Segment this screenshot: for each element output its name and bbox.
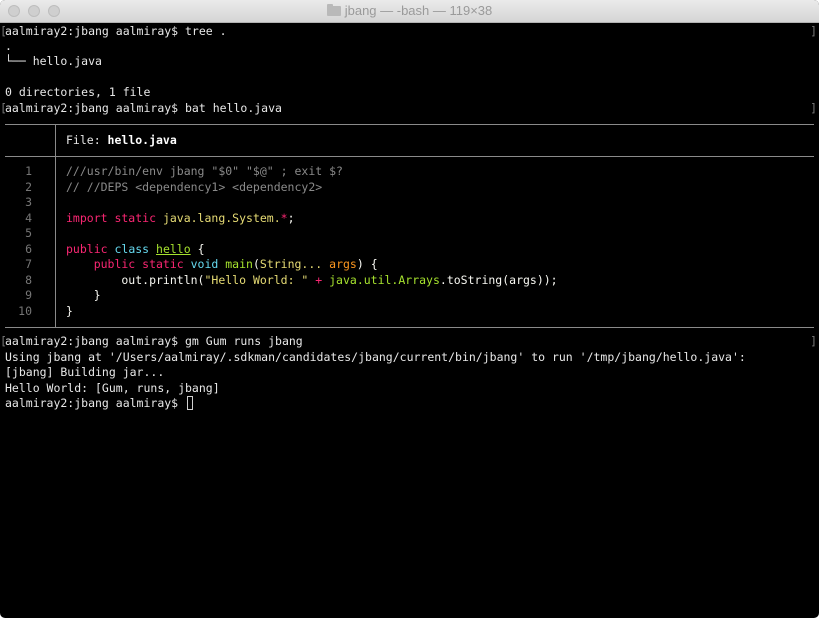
line-number: 5: [25, 226, 32, 240]
title-bar[interactable]: jbang — -bash — 119×38: [0, 0, 819, 23]
bat-file-header: File: hello.java: [66, 133, 177, 148]
code-token: args: [329, 257, 357, 271]
code-token: ) {: [356, 257, 378, 271]
output-line: Using jbang at '/Users/aalmiray/.sdkman/…: [5, 350, 746, 364]
code-line: out.println("Hello World: " + java.util.…: [66, 272, 558, 288]
tree-root: .: [5, 39, 12, 53]
bat-bottom-rule: [5, 327, 814, 328]
code-token: +: [315, 272, 330, 287]
code-token: java.lang.System.: [162, 210, 281, 225]
line-number: 7: [25, 257, 32, 271]
line-number: 6: [25, 241, 32, 256]
code-token: {: [190, 241, 205, 256]
window-title-text: jbang — -bash — 119×38: [344, 3, 493, 18]
code-token: }: [66, 303, 73, 318]
tree-item: └── hello.java: [5, 54, 102, 68]
line-number: 3: [25, 195, 32, 209]
code-token: main: [225, 257, 253, 271]
prompt-text: aalmiray2:jbang aalmiray$: [5, 396, 186, 410]
code-line: }: [66, 288, 101, 303]
command-line: aalmiray2:jbang aalmiray$ tree .: [5, 24, 227, 38]
line-number: 1: [25, 164, 32, 178]
code-token: "Hello World: ": [204, 272, 316, 287]
line-number: 2: [25, 179, 32, 194]
code-line: }: [66, 304, 73, 319]
code-line: ///usr/bin/env jbang "$0" "$@" ; exit $?: [66, 164, 343, 179]
code-token: public: [66, 241, 115, 256]
code-token: import static: [66, 210, 163, 225]
code-token: void: [190, 257, 226, 271]
window-title: jbang — -bash — 119×38: [0, 3, 819, 18]
line-number: 8: [25, 272, 32, 287]
bat-gutter-divider: [55, 157, 56, 327]
code-token: public static: [66, 257, 191, 271]
code-token: *: [280, 210, 288, 225]
line-number: 9: [25, 288, 32, 302]
code-token: out.println(: [66, 272, 205, 287]
mark-bracket-right: ]: [810, 334, 817, 348]
command-line: aalmiray2:jbang aalmiray$ gm Gum runs jb…: [5, 334, 303, 348]
command-line: aalmiray2:jbang aalmiray$ bat hello.java: [5, 101, 282, 115]
folder-icon: [326, 4, 341, 16]
code-token: class: [114, 241, 157, 256]
output-line: [jbang] Building jar...: [5, 365, 165, 379]
text-cursor: [187, 396, 194, 410]
code-token: .toString(args));: [439, 272, 558, 287]
code-token: hello: [156, 241, 191, 256]
terminal-content[interactable]: [ ] aalmiray2:jbang aalmiray$ tree . . └…: [0, 23, 819, 618]
code-line: import static java.lang.System.*;: [66, 211, 295, 226]
code-token: ;: [287, 210, 295, 225]
code-line: public static void main(String... args) …: [66, 257, 378, 272]
tree-summary: 0 directories, 1 file: [5, 85, 151, 99]
code-token: ///usr/bin/env jbang "$0" "$@" ; exit $?: [66, 164, 343, 178]
mark-bracket-right: ]: [810, 24, 817, 38]
code-line: // //DEPS <dependency1> <dependency2>: [66, 180, 322, 195]
current-prompt[interactable]: aalmiray2:jbang aalmiray$: [5, 396, 194, 411]
bat-top-rule: [5, 124, 814, 125]
line-number: 4: [25, 210, 32, 225]
code-token: // //DEPS <dependency1> <dependency2>: [66, 179, 323, 194]
code-token: String...: [259, 257, 330, 271]
output-line: Hello World: [Gum, runs, jbang]: [5, 381, 220, 395]
mark-bracket-right: ]: [810, 101, 817, 115]
code-token: java.util.Arrays: [329, 272, 440, 287]
bat-file-label: File:: [66, 133, 108, 147]
bat-header-rule: [5, 156, 814, 157]
code-token: }: [66, 288, 101, 302]
bat-file-name: hello.java: [107, 133, 177, 147]
terminal-window: jbang — -bash — 119×38 [ ] aalmiray2:jba…: [0, 0, 819, 618]
bat-header-divider: [55, 125, 56, 156]
code-token: (: [252, 257, 260, 271]
code-line: public class hello {: [66, 242, 205, 257]
line-number: 10: [18, 303, 32, 318]
